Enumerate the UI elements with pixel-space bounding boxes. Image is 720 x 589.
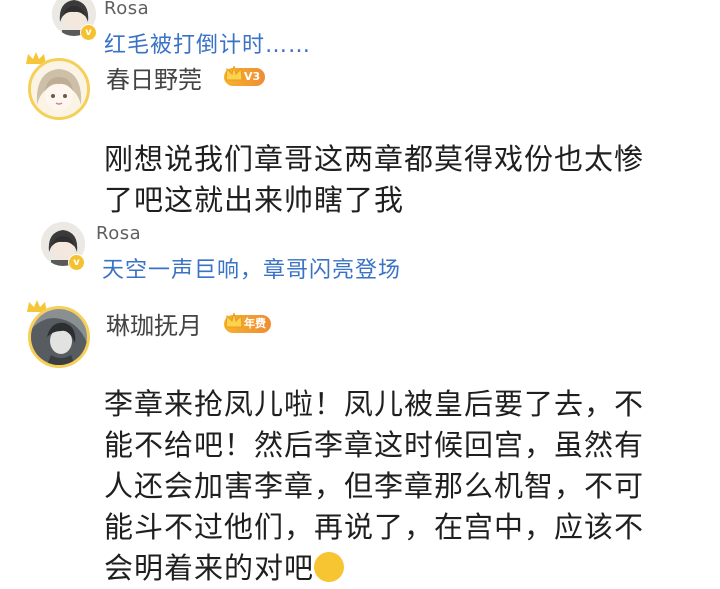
reply-text[interactable]: 天空一声巨响，章哥闪亮登场 [102,252,401,284]
comment-line: 李章来抢凤儿啦！凤儿被皇后要了去，不 [104,387,645,421]
comment-line: 刚想说我们章哥这两章都莫得戏份也太惨 [104,142,645,176]
comment-body: 李章来抢凤儿啦！凤儿被皇后要了去，不 能不给吧！然后李章这时候回宫，虽然有 人还… [104,384,708,589]
comment-line-text: 会明着来的对吧 [104,551,315,585]
level-badge-label: V3 [244,70,261,83]
crown-icon [225,65,243,81]
verified-badge-icon: v [80,24,97,41]
reply-text[interactable]: 红毛被打倒计时…… [104,27,311,59]
level-badge-label: 年费 [244,317,266,330]
avatar-image [31,61,87,117]
comment-line: 人还会加害李章，但李章那么机智，不可 [104,469,645,503]
comment-line: 能斗不过他们，再说了，在宫中，应该不 [104,510,645,544]
comment-line: 了吧这就出来帅瞎了我 [104,183,405,217]
reply-username[interactable]: Rosa [96,223,141,244]
reply-username[interactable]: Rosa [104,0,149,19]
level-badge: V3 [224,65,266,86]
verified-badge-icon: v [68,254,85,271]
crown-icon [225,312,243,328]
avatar[interactable] [28,306,90,368]
comment-line-last: 会明着来的对吧 [104,548,708,589]
comment-username[interactable]: 琳珈抚月 [106,306,202,341]
avatar-image [31,309,87,365]
level-badge: 年费 [224,312,271,333]
avatar[interactable] [28,58,90,120]
emoji-icon [314,552,345,582]
comment-body: 刚想说我们章哥这两章都莫得戏份也太惨 了吧这就出来帅瞎了我 [104,139,708,221]
comment-username[interactable]: 春日野莞 [106,60,202,95]
comment-line: 能不给吧！然后李章这时候回宫，虽然有 [104,428,645,462]
